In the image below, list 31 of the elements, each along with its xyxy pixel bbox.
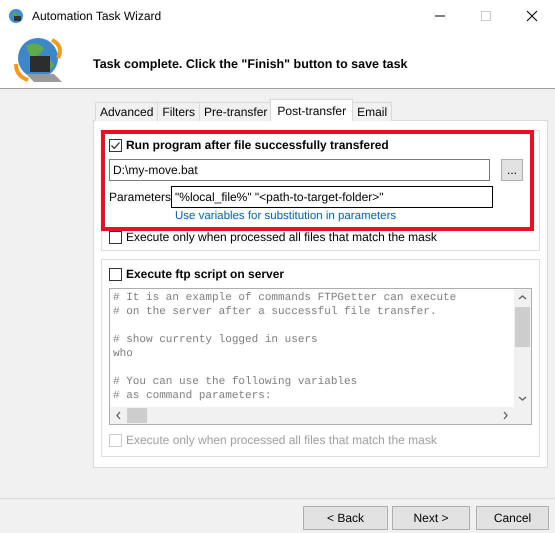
script-line: # It is an example of commands FTPGetter can execute <box>113 291 458 305</box>
script-line: who <box>113 347 134 361</box>
script-line: # You can use the following variables <box>113 375 358 389</box>
checkbox-label[interactable]: Run program after file successfully transfered <box>126 138 389 152</box>
script-line: # as command parameters: <box>113 389 272 403</box>
parameters-label: Parameters <box>109 190 172 204</box>
checkbox[interactable] <box>109 230 122 244</box>
scrollbar-thumb[interactable] <box>515 307 530 347</box>
tab[interactable]: Filters <box>157 102 200 121</box>
browse-button[interactable]: ... <box>501 159 523 181</box>
window-title: Automation Task Wizard <box>32 9 162 23</box>
variables-link[interactable]: Use variables for substitution in parameters <box>175 210 396 222</box>
wizard-button[interactable]: < Back <box>303 506 388 530</box>
script-editor[interactable] <box>109 288 532 425</box>
header-message: Task complete. Click the "Finish" button to save task <box>93 57 408 71</box>
program-path-field[interactable]: D:\my-move.bat <box>109 159 490 181</box>
scrollbar-thumb[interactable] <box>127 408 147 423</box>
checkbox-label[interactable]: Execute ftp script on server <box>126 267 284 281</box>
wizard-button[interactable]: Next > <box>392 506 470 530</box>
checkbox[interactable] <box>109 268 122 280</box>
globe-icon <box>8 8 24 24</box>
checkbox-label[interactable]: Execute only when processed all files that match the mask <box>126 230 437 244</box>
parameters-field[interactable]: "%local_file%" "<path-to-target-folder>" <box>171 186 494 208</box>
script-line: # on the server after a successful file transfer. <box>113 305 438 319</box>
tab[interactable]: Advanced <box>95 102 158 121</box>
tab[interactable]: Post-transfer <box>270 99 354 121</box>
tab[interactable]: Email <box>352 102 392 121</box>
checkbox[interactable] <box>109 138 122 152</box>
wizard-button[interactable]: Cancel <box>476 506 549 530</box>
script-line: # show currenty logged in users <box>113 333 319 347</box>
tab[interactable]: Pre-transfer <box>199 102 272 121</box>
